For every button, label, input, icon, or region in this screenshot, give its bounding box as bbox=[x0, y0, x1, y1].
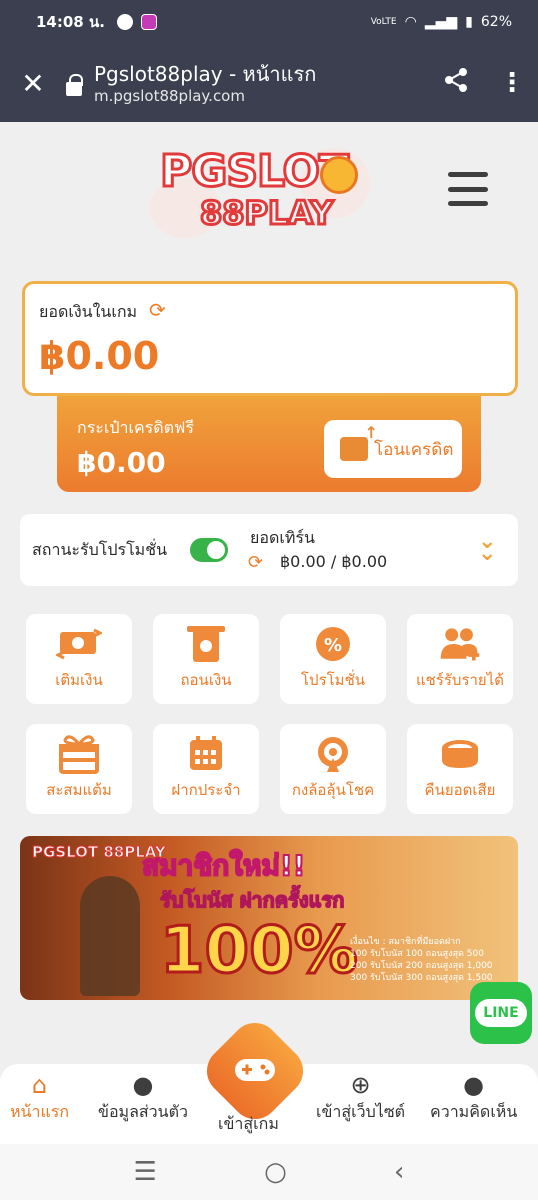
menu-label: สะสมแต้ม bbox=[46, 781, 112, 799]
logo-text-bottom: 88PLAY bbox=[198, 193, 334, 234]
menu-share-income[interactable]: แชร์รับรายได้ bbox=[407, 614, 513, 704]
promotion-icon: % bbox=[310, 624, 356, 664]
credit-label: กระเป๋าเครดิตฟรี bbox=[77, 418, 194, 437]
volte-icon: VoLTE bbox=[370, 17, 397, 27]
battery-icon: ▮ bbox=[465, 14, 473, 30]
credit-amount: ฿0.00 bbox=[77, 446, 166, 479]
banner-conditions: เงื่อนไข : สมาชิกที่มียอดฝาก 100 รับโบนั… bbox=[350, 936, 493, 984]
nav-label: ความคิดเห็น bbox=[430, 1102, 518, 1121]
nav-label: ข้อมูลส่วนตัว bbox=[98, 1102, 188, 1121]
nav-label: หน้าแรก bbox=[10, 1102, 70, 1121]
menu-label: แชร์รับรายได้ bbox=[415, 671, 505, 689]
globe-icon: ⊕ bbox=[350, 1071, 371, 1099]
banner-subheadline: รับโบนัส ฝากครั้งแรก bbox=[159, 887, 345, 913]
status-time: 14:08 น. bbox=[36, 13, 105, 31]
gift-icon bbox=[56, 734, 102, 774]
menu-lucky-wheel[interactable]: กงล้อลุ้นโชค bbox=[280, 724, 386, 814]
svg-text:%: % bbox=[324, 635, 342, 656]
promo-status-label: สถานะรับโปรโมชั่น bbox=[32, 540, 167, 559]
nav-label: เข้าสู่เกม bbox=[218, 1114, 279, 1133]
banner-character bbox=[80, 876, 140, 996]
gamepad-icon bbox=[228, 1050, 282, 1090]
nav-label: เข้าสู่เว็บไซต์ bbox=[316, 1102, 406, 1121]
menu-withdraw[interactable]: ถอนเงิน bbox=[153, 614, 259, 704]
message-icon bbox=[116, 14, 133, 30]
wheel-icon bbox=[310, 734, 356, 774]
wallet-icon bbox=[340, 423, 378, 461]
nav-feedback[interactable]: ● ความคิดเห็น bbox=[430, 1070, 517, 1125]
banner-percent: 100% bbox=[159, 914, 360, 988]
nav-website[interactable]: ⊕ เข้าสู่เว็บไซต์ bbox=[316, 1070, 405, 1125]
menu-label: ฝากประจำ bbox=[171, 781, 241, 799]
site-logo[interactable]: PGSLOT 88PLAY bbox=[150, 138, 370, 248]
share-income-icon bbox=[437, 624, 483, 664]
banner-condition: เงื่อนไข : สมาชิกที่มียอดฝาก bbox=[350, 937, 461, 947]
system-navigation: ☰ ○ ‹ bbox=[0, 1144, 538, 1200]
banner-condition: 300 รับโบนัส 300 ถอนสูงสุด 1,500 bbox=[350, 973, 493, 983]
more-options-icon[interactable]: ⋮ bbox=[486, 68, 538, 98]
menu-bar bbox=[448, 201, 488, 206]
page-url: m.pgslot88play.com bbox=[94, 87, 245, 105]
browser-toolbar: ✕ Pgslot88play - หน้าแรก m.pgslot88play.… bbox=[0, 44, 538, 122]
close-icon[interactable]: ✕ bbox=[0, 67, 66, 100]
menu-label: คืนยอดเสีย bbox=[424, 781, 496, 799]
banner-condition: 200 รับโบนัส 200 ถอนสูงสุด 1,000 bbox=[350, 961, 493, 971]
refresh-icon[interactable]: ⟳ bbox=[248, 552, 263, 573]
menu-label: กงล้อลุ้นโชค bbox=[291, 781, 375, 799]
menu-deposit[interactable]: เติมเงิน bbox=[26, 614, 132, 704]
profile-icon: ● bbox=[132, 1071, 154, 1099]
comment-icon: ● bbox=[463, 1071, 485, 1099]
back-icon[interactable]: ‹ bbox=[394, 1157, 404, 1187]
browser-title-area[interactable]: Pgslot88play - หน้าแรก m.pgslot88play.co… bbox=[94, 61, 426, 105]
refresh-icon[interactable]: ⟳ bbox=[149, 298, 166, 322]
transfer-credit-button[interactable]: โอนเครดิต bbox=[324, 420, 462, 478]
wifi-icon: ◠ bbox=[404, 14, 417, 30]
coin-icon bbox=[437, 734, 483, 774]
menu-bar bbox=[448, 172, 488, 177]
menu-cashback[interactable]: คืนยอดเสีย bbox=[407, 724, 513, 814]
menu-label: เติมเงิน bbox=[55, 671, 103, 689]
home-icon: ⌂ bbox=[31, 1071, 48, 1099]
chevron-double-down-icon[interactable]: ⌄ ⌄ bbox=[478, 531, 496, 565]
withdraw-icon bbox=[183, 624, 229, 664]
promotion-status-card: สถานะรับโปรโมชั่น ยอดเทิร์น ⟳ ฿0.00 / ฿0… bbox=[20, 514, 518, 586]
line-label: LINE bbox=[475, 999, 527, 1027]
nav-home[interactable]: ⌂ หน้าแรก bbox=[10, 1070, 69, 1125]
menu-collect-points[interactable]: สะสมแต้ม bbox=[26, 724, 132, 814]
share-icon[interactable] bbox=[426, 67, 486, 100]
battery-percent: 62% bbox=[480, 14, 512, 30]
menu-promotion[interactable]: % โปรโมชั่น bbox=[280, 614, 386, 704]
banner-condition: 100 รับโบนัส 100 ถอนสูงสุด 500 bbox=[350, 949, 484, 959]
menu-fixed-deposit[interactable]: ฝากประจำ bbox=[153, 724, 259, 814]
balance-card: ยอดเงินในเกม ⟳ ฿0.00 bbox=[22, 281, 518, 396]
logo-coin bbox=[320, 156, 358, 194]
menu-bar bbox=[448, 186, 488, 192]
app-notification-icon bbox=[140, 14, 157, 30]
lock-icon bbox=[66, 74, 83, 96]
nav-profile[interactable]: ● ข้อมูลส่วนตัว bbox=[98, 1070, 188, 1125]
notification-icons bbox=[116, 14, 157, 30]
free-credit-card: กระเป๋าเครดิตฟรี ฿0.00 โอนเครดิต bbox=[57, 394, 481, 492]
status-right: VoLTE ◠ ▂▄▆ ▮ 62% bbox=[371, 14, 512, 30]
transfer-credit-label: โอนเครดิต bbox=[374, 439, 454, 460]
menu-label: ถอนเงิน bbox=[180, 671, 232, 689]
page-title: Pgslot88play - หน้าแรก bbox=[94, 62, 317, 86]
calendar-icon bbox=[183, 734, 229, 774]
status-bar: 14:08 น. VoLTE ◠ ▂▄▆ ▮ 62% bbox=[0, 0, 538, 44]
signal-icon: ▂▄▆ bbox=[424, 14, 458, 30]
deposit-icon bbox=[56, 624, 102, 664]
turnover-label: ยอดเทิร์น bbox=[250, 528, 315, 547]
line-chat-button[interactable]: LINE bbox=[470, 982, 532, 1044]
home-button-icon[interactable]: ○ bbox=[264, 1157, 287, 1187]
banner-headline: สมาชิกใหม่!! bbox=[141, 848, 306, 883]
promo-toggle[interactable] bbox=[190, 538, 228, 562]
menu-icon[interactable] bbox=[448, 172, 488, 206]
menu-label: โปรโมชั่น bbox=[300, 671, 365, 689]
turnover-value: ฿0.00 / ฿0.00 bbox=[280, 552, 388, 571]
balance-label: ยอดเงินในเกม bbox=[39, 302, 138, 321]
balance-amount: ฿0.00 bbox=[39, 334, 160, 378]
promo-banner[interactable]: PGSLOT 88PLAY สมาชิกใหม่!! รับโบนัส ฝากค… bbox=[20, 836, 518, 1000]
recent-apps-icon[interactable]: ☰ bbox=[134, 1157, 157, 1187]
